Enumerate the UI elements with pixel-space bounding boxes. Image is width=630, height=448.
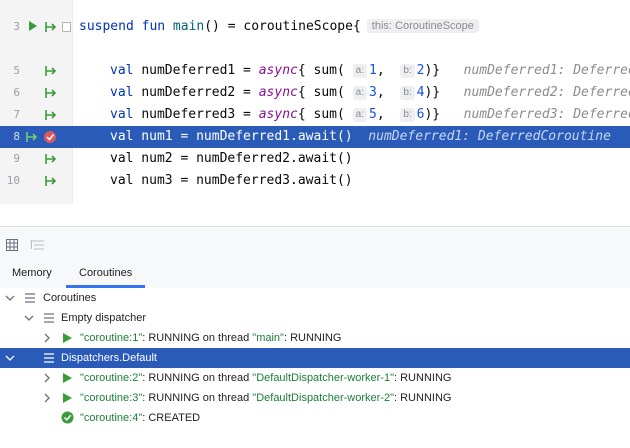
line-number: 8 xyxy=(13,130,20,143)
code-line[interactable]: 9 val num2 = numDeferred2.await() xyxy=(0,148,630,170)
chevron-right-icon[interactable] xyxy=(42,393,52,403)
check-circle-icon xyxy=(61,411,74,424)
tree-group-dispatchers-default[interactable]: Dispatchers.Default xyxy=(0,348,630,368)
tree-label: Empty dispatcher xyxy=(61,312,146,324)
receiver-hint: this: CoroutineScope xyxy=(366,19,479,33)
tree-root-coroutines[interactable]: Coroutines xyxy=(0,288,630,308)
running-icon xyxy=(63,373,72,383)
tree-label: "coroutine:4": CREATED xyxy=(80,412,201,424)
run-icon[interactable] xyxy=(28,20,38,32)
list-icon xyxy=(25,293,35,303)
inline-value: numDeferred2: DeferredCoroutine xyxy=(463,85,630,100)
step-icon[interactable] xyxy=(43,64,57,78)
chevron-right-icon[interactable] xyxy=(42,373,52,383)
param-hint: b: xyxy=(400,108,415,122)
code-line[interactable]: 10 val num3 = numDeferred3.await() xyxy=(0,170,630,192)
chevron-right-icon[interactable] xyxy=(42,333,52,343)
code-editor[interactable]: 3 suspend fun main() = coroutineScope{th… xyxy=(0,0,630,204)
tree-label: Dispatchers.Default xyxy=(61,352,157,364)
inline-value: numDeferred1: DeferredCoroutine xyxy=(463,63,630,78)
param-hint: b: xyxy=(400,64,415,78)
chevron-down-icon[interactable] xyxy=(5,353,15,363)
tree-item-coroutine-3[interactable]: "coroutine:3": RUNNING on thread "Defaul… xyxy=(0,388,630,408)
tree-label: "coroutine:2": RUNNING on thread "Defaul… xyxy=(80,372,452,384)
code-text: suspend fun main() = coroutineScope{this… xyxy=(79,16,481,38)
tree-item-coroutine-4[interactable]: "coroutine:4": CREATED xyxy=(0,408,630,428)
tab-coroutines[interactable]: Coroutines xyxy=(66,262,146,288)
code-line[interactable]: 7 val numDeferred3 = async{ sum( a: 5, b:… xyxy=(0,104,630,126)
tree-label: Coroutines xyxy=(43,292,97,304)
line-number: 10 xyxy=(6,174,20,187)
list-icon xyxy=(44,353,54,363)
tree-label: "coroutine:1": RUNNING on thread "main":… xyxy=(80,332,342,344)
param-hint: a: xyxy=(352,64,367,78)
step-icon[interactable] xyxy=(43,86,57,100)
debug-toolbar xyxy=(0,226,630,264)
tree-item-coroutine-1[interactable]: "coroutine:1": RUNNING on thread "main":… xyxy=(0,328,630,348)
tab-memory[interactable]: Memory xyxy=(12,262,52,288)
current-execution-line[interactable]: 8 val num1 = numDeferred1.await() numDef… xyxy=(0,126,630,148)
tree-group-empty-dispatcher[interactable]: Empty dispatcher xyxy=(0,308,630,328)
param-hint: a: xyxy=(352,108,367,122)
code-text: val num1 = numDeferred1.await() numDefer… xyxy=(110,129,611,144)
code-text: val num2 = numDeferred2.await() xyxy=(110,151,353,166)
step-icon[interactable] xyxy=(43,152,57,166)
code-line[interactable]: 6 val numDeferred2 = async{ sum( a: 3, b:… xyxy=(0,82,630,104)
line-number: 7 xyxy=(13,108,20,121)
line-number: 9 xyxy=(13,152,20,165)
line-number: 3 xyxy=(13,20,20,33)
coroutines-tree[interactable]: Coroutines Empty dispatcher "coroutine:1… xyxy=(0,288,630,448)
fold-marker-icon[interactable] xyxy=(62,22,71,32)
code-text: val num3 = numDeferred3.await() xyxy=(110,173,353,188)
chevron-down-icon[interactable] xyxy=(24,313,34,323)
tree-item-coroutine-2[interactable]: "coroutine:2": RUNNING on thread "Defaul… xyxy=(0,368,630,388)
step-icon[interactable] xyxy=(43,108,57,122)
tree-label: "coroutine:3": RUNNING on thread "Defaul… xyxy=(80,392,452,404)
step-icon[interactable] xyxy=(24,130,38,144)
layout-grid-icon[interactable] xyxy=(6,239,18,251)
step-icon[interactable] xyxy=(43,174,57,188)
running-icon xyxy=(63,333,72,343)
chevron-down-icon[interactable] xyxy=(5,293,15,303)
step-icon[interactable] xyxy=(43,20,57,34)
breakpoint-icon[interactable] xyxy=(43,130,57,144)
param-hint: b: xyxy=(400,86,415,100)
line-number: 5 xyxy=(13,64,20,77)
code-text: val numDeferred2 = async{ sum( a: 3, b: 4)… xyxy=(110,82,630,104)
inline-value: numDeferred1: DeferredCoroutine xyxy=(368,129,611,144)
running-icon xyxy=(63,393,72,403)
list-icon xyxy=(44,313,54,323)
debug-tab-bar: Memory Coroutines xyxy=(0,262,630,289)
line-number: 6 xyxy=(13,86,20,99)
code-line[interactable]: 3 suspend fun main() = coroutineScope{th… xyxy=(0,16,630,38)
code-line[interactable]: 5 val numDeferred1 = async{ sum( a: 1, b:… xyxy=(0,60,630,82)
code-text: val numDeferred3 = async{ sum( a: 5, b: 6)… xyxy=(110,104,630,126)
list-view-icon[interactable] xyxy=(30,239,44,251)
code-text: val numDeferred1 = async{ sum( a: 1, b: 2)… xyxy=(110,60,630,82)
inline-value: numDeferred3: DeferredCoroutine xyxy=(463,107,630,122)
param-hint: a: xyxy=(352,86,367,100)
